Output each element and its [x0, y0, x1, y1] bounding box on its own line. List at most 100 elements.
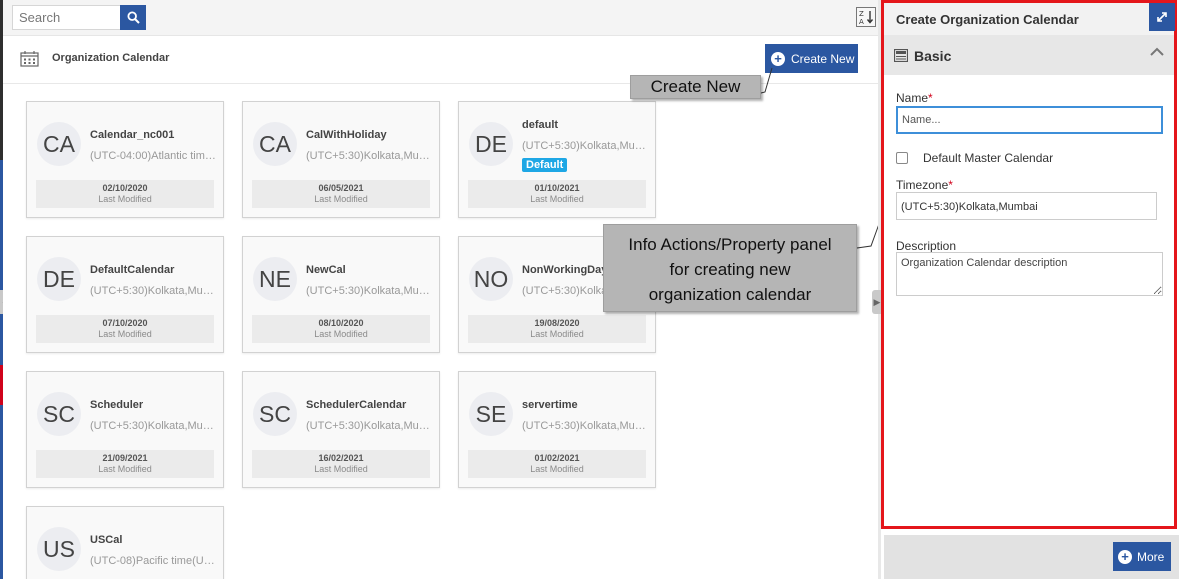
- card-footer: 19/08/2020 Last Modified: [468, 315, 646, 343]
- last-modified-date: 21/09/2021: [102, 453, 148, 463]
- avatar: US: [37, 527, 81, 571]
- calendar-card[interactable]: SE servertime (UTC+5:30)Kolkata,Mumbai 0…: [458, 371, 656, 488]
- avatar: SC: [253, 392, 297, 436]
- search-icon: [126, 11, 140, 24]
- card-footer: 07/10/2020 Last Modified: [36, 315, 214, 343]
- calendar-timezone: (UTC+5:30)Kolkata,Mumbai: [306, 285, 434, 297]
- callout-line: organization calendar: [648, 285, 812, 304]
- avatar: DE: [37, 257, 81, 301]
- info-panel-callout: Info Actions/Property panel for creating…: [603, 224, 857, 312]
- panel-footer: + More: [884, 535, 1179, 579]
- card-footer: 08/10/2020 Last Modified: [252, 315, 430, 343]
- panel-title: Create Organization Calendar: [896, 12, 1079, 27]
- callout-line: Info Actions/Property panel: [628, 235, 832, 254]
- create-new-callout: Create New: [630, 75, 761, 99]
- card-footer: 06/05/2021 Last Modified: [252, 180, 430, 208]
- avatar: DE: [469, 122, 513, 166]
- avatar: CA: [253, 122, 297, 166]
- last-modified-date: 16/02/2021: [318, 453, 364, 463]
- calendar-timezone: (UTC+5:30)Kolkata,Mumbai: [522, 140, 650, 152]
- last-modified-date: 01/02/2021: [534, 453, 580, 463]
- last-modified-label: Last Modified: [314, 194, 368, 204]
- card-footer: 21/09/2021 Last Modified: [36, 450, 214, 478]
- calendar-name: default: [522, 119, 559, 131]
- search-input[interactable]: [12, 5, 122, 30]
- toolbar: Z A: [3, 0, 878, 36]
- calendar-card[interactable]: US USCal (UTC-08)Pacific time(US & Canad…: [26, 506, 224, 579]
- card-footer: 02/10/2020 Last Modified: [36, 180, 214, 208]
- calendar-name: Scheduler: [90, 399, 144, 411]
- search-button[interactable]: [120, 5, 146, 30]
- calendar-card[interactable]: CA Calendar_nc001 (UTC-04:00)Atlantic ti…: [26, 101, 224, 218]
- name-field[interactable]: [896, 106, 1163, 134]
- calendar-card[interactable]: SC Scheduler (UTC+5:30)Kolkata,Mumbai 21…: [26, 371, 224, 488]
- calendar-name: Calendar_nc001: [90, 129, 175, 141]
- last-modified-label: Last Modified: [530, 329, 584, 339]
- chevron-up-icon[interactable]: [1150, 47, 1164, 57]
- calendar-timezone: (UTC+5:30)Kolkata,Mumbai: [306, 150, 434, 162]
- calendar-name: USCal: [90, 534, 123, 546]
- card-footer: 16/02/2021 Last Modified: [252, 450, 430, 478]
- checkbox-label: Default Master Calendar: [923, 151, 1054, 165]
- last-modified-label: Last Modified: [314, 329, 368, 339]
- timezone-select[interactable]: (UTC+5:30)Kolkata,Mumbai: [896, 192, 1157, 220]
- default-badge: Default: [522, 158, 568, 172]
- name-label: Name*: [896, 91, 933, 105]
- calendar-name: CalWithHoliday: [306, 129, 387, 141]
- avatar: SE: [469, 392, 513, 436]
- calendar-name: servertime: [522, 399, 578, 411]
- card-footer: 01/02/2021 Last Modified: [468, 450, 646, 478]
- calendar-card[interactable]: DE default (UTC+5:30)Kolkata,Mumbai Defa…: [458, 101, 656, 218]
- plus-circle-icon: +: [1118, 549, 1132, 564]
- sort-button[interactable]: Z A: [856, 7, 876, 27]
- last-modified-date: 06/05/2021: [318, 183, 364, 193]
- section-title: Basic: [914, 48, 952, 64]
- last-modified-label: Last Modified: [314, 464, 368, 474]
- expand-icon: [1157, 12, 1167, 22]
- required-marker: *: [948, 178, 953, 192]
- create-new-button[interactable]: + Create New: [765, 44, 858, 73]
- last-modified-date: 07/10/2020: [102, 318, 148, 328]
- page-title: Organization Calendar: [52, 52, 170, 64]
- calendar-card[interactable]: CA CalWithHoliday (UTC+5:30)Kolkata,Mumb…: [242, 101, 440, 218]
- basic-section-header[interactable]: Basic: [884, 35, 1174, 75]
- callout-line: for creating new: [669, 260, 791, 279]
- form-icon: [894, 49, 908, 62]
- sort-az-icon: Z A: [859, 10, 874, 25]
- calendar-timezone: (UTC+5:30)Kolkata,Mumbai: [522, 420, 650, 432]
- timezone-label: Timezone*: [896, 178, 953, 192]
- last-modified-date: 19/08/2020: [534, 318, 580, 328]
- calendar-card[interactable]: DE DefaultCalendar (UTC+5:30)Kolkata,Mum…: [26, 236, 224, 353]
- last-modified-label: Last Modified: [530, 464, 584, 474]
- more-label: More: [1137, 549, 1165, 564]
- svg-text:Z: Z: [859, 10, 864, 18]
- calendar-name: NonWorkingDay: [522, 264, 608, 276]
- last-modified-date: 02/10/2020: [102, 183, 148, 193]
- calendar-card[interactable]: SC SchedulerCalendar (UTC+5:30)Kolkata,M…: [242, 371, 440, 488]
- calendar-timezone: (UTC-08)Pacific time(US & Canada): [90, 555, 218, 567]
- calendar-grid: CA Calendar_nc001 (UTC-04:00)Atlantic ti…: [3, 85, 878, 579]
- create-new-label: Create New: [791, 51, 855, 66]
- calendar-card[interactable]: NE NewCal (UTC+5:30)Kolkata,Mumbai 08/10…: [242, 236, 440, 353]
- calendar-name: SchedulerCalendar: [306, 399, 407, 411]
- avatar: NO: [469, 257, 513, 301]
- calendar-name: NewCal: [306, 264, 346, 276]
- last-modified-label: Last Modified: [98, 329, 152, 339]
- expand-panel-button[interactable]: [1149, 3, 1175, 31]
- avatar: NE: [253, 257, 297, 301]
- calendar-timezone: (UTC+5:30)Kolkata,Mumbai: [306, 420, 434, 432]
- panel-header: Create Organization Calendar: [884, 3, 1175, 35]
- last-modified-label: Last Modified: [98, 194, 152, 204]
- last-modified-label: Last Modified: [530, 194, 584, 204]
- more-button[interactable]: + More: [1113, 542, 1171, 571]
- description-label: Description: [896, 239, 957, 253]
- default-master-checkbox[interactable]: [896, 152, 908, 164]
- last-modified-date: 08/10/2020: [318, 318, 364, 328]
- last-modified-label: Last Modified: [98, 464, 152, 474]
- calendar-icon: [20, 51, 39, 67]
- avatar: CA: [37, 122, 81, 166]
- card-footer: 01/10/2021 Last Modified: [468, 180, 646, 208]
- calendar-timezone: (UTC+5:30)Kolkata,Mumbai: [90, 285, 218, 297]
- last-modified-date: 01/10/2021: [534, 183, 580, 193]
- description-field[interactable]: [896, 252, 1163, 296]
